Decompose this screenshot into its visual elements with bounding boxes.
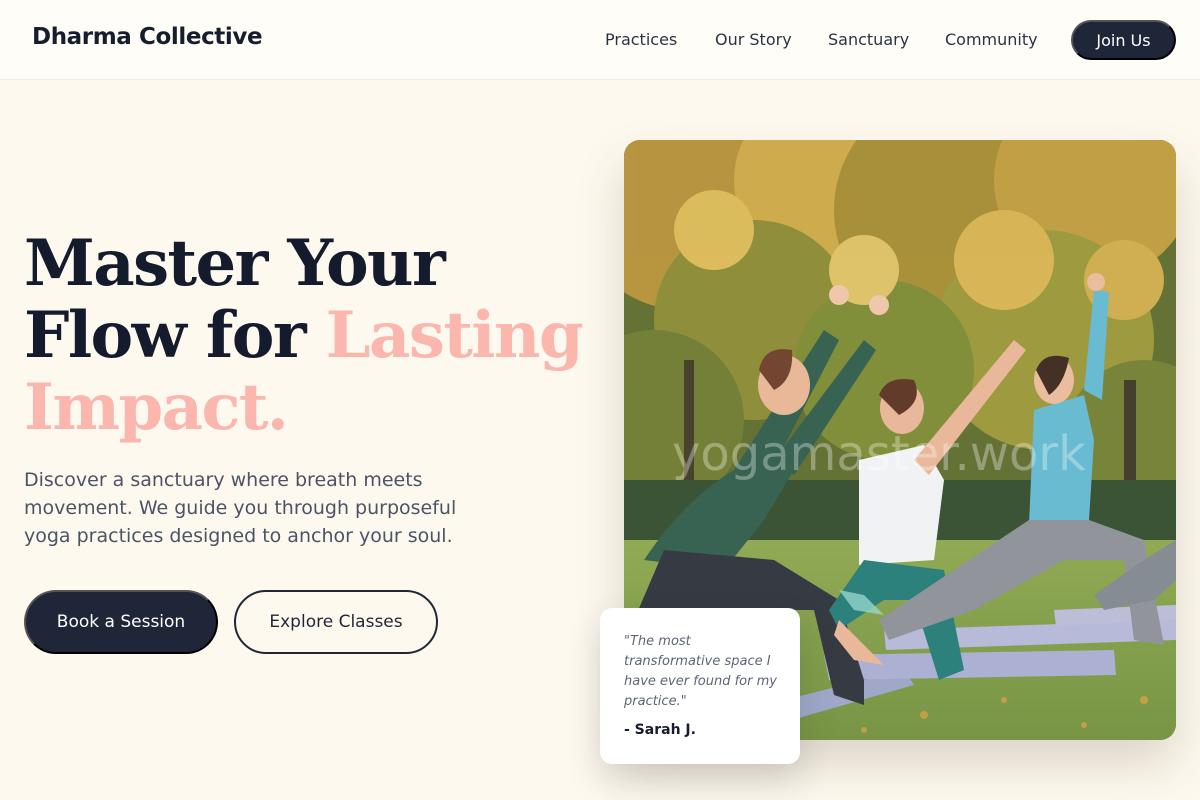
hero-title: Master Your Flow for Lasting Impact.	[24, 228, 604, 444]
nav-link-practices[interactable]: Practices	[605, 30, 677, 49]
testimonial-card: "The most transformative space I have ev…	[600, 608, 800, 764]
testimonial-quote: "The most transformative space I have ev…	[624, 634, 777, 709]
explore-classes-button[interactable]: Explore Classes	[234, 590, 438, 654]
nav-link-sanctuary[interactable]: Sanctuary	[828, 30, 909, 49]
site-header: Dharma Collective Practices Our Story Sa…	[0, 0, 1200, 80]
hero-title-line2: Flow for	[24, 298, 307, 373]
join-us-button[interactable]: Join Us	[1071, 20, 1176, 60]
main-nav: Practices Our Story Sanctuary Community	[0, 30, 1200, 54]
nav-link-community[interactable]: Community	[945, 30, 1038, 49]
hero-title-line1: Master Your	[24, 226, 446, 301]
hero-title-accent-impact: Impact.	[24, 370, 289, 445]
hero-title-accent-lasting: Lasting	[325, 298, 584, 373]
book-session-button[interactable]: Book a Session	[24, 590, 218, 654]
image-watermark: yogamaster.work	[672, 426, 1086, 482]
nav-link-our-story[interactable]: Our Story	[715, 30, 792, 49]
hero-description: Discover a sanctuary where breath meets …	[24, 469, 457, 547]
testimonial-author: - Sarah J.	[624, 722, 696, 738]
